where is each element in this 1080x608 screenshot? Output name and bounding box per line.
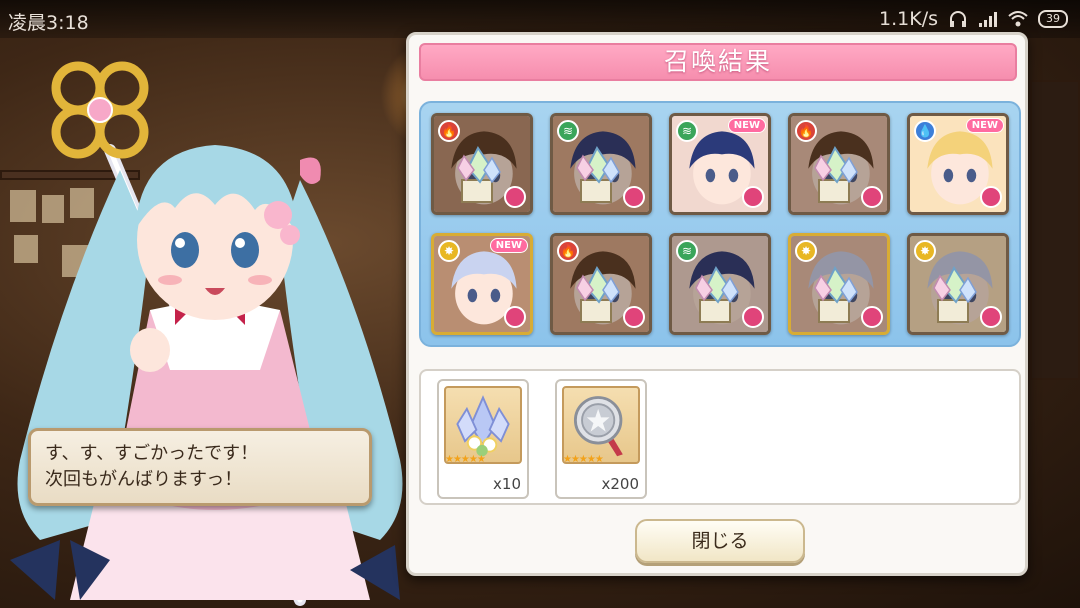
character-card[interactable]: 💧 NEW (907, 113, 1009, 215)
silver-medal-icon (562, 386, 640, 464)
battery-icon: 39 (1038, 10, 1068, 28)
item-quantity: x200 (601, 475, 639, 493)
role-icon (742, 186, 764, 208)
close-button[interactable]: 閉じる (635, 519, 805, 563)
item-card-silver-medal[interactable]: ★★★★★ x200 (555, 379, 647, 499)
fire-element-icon: 🔥 (438, 120, 460, 142)
fire-element-icon: 🔥 (557, 240, 579, 262)
wind-element-icon: ≋ (676, 240, 698, 262)
role-icon (861, 186, 883, 208)
light-element-icon: ✸ (438, 240, 460, 262)
character-card[interactable]: ✸ NEW (431, 233, 533, 335)
role-icon (504, 186, 526, 208)
clock: 凌晨3:18 (8, 12, 89, 34)
item-card-crystal-bouquet[interactable]: ★★★★★ x10 (437, 379, 529, 499)
speech-line-2: 次回もがんばりますっ！ (45, 469, 243, 490)
new-badge: NEW (727, 118, 766, 133)
rarity-stars: ★★★★★ (445, 454, 486, 465)
speech-line-1: す、す、すごかったです！ (45, 443, 259, 464)
character-results-grid: 🔥 ≋ ≋ NEW 🔥 💧 NEW ✸ NEW 🔥 ≋ ✸ ✸ (419, 101, 1021, 347)
role-icon (504, 306, 526, 328)
new-badge: NEW (489, 238, 528, 253)
light-element-icon: ✸ (914, 240, 936, 262)
character-card[interactable]: ≋ NEW (669, 113, 771, 215)
water-element-icon: 💧 (914, 120, 936, 142)
speech-bubble: す、す、すごかったです！ 次回もがんばりますっ！ (28, 428, 372, 506)
network-speed: 1.1K/s (879, 8, 938, 30)
item-results-box: ★★★★★ x10 ★★★★★ x200 (419, 369, 1021, 505)
new-badge: NEW (965, 118, 1004, 133)
character-card[interactable]: 🔥 (550, 233, 652, 335)
doorframe (1030, 80, 1080, 380)
rarity-stars: ★★★★★ (563, 454, 604, 465)
item-quantity: x10 (493, 475, 521, 493)
signal-icon (979, 12, 997, 27)
panel-title: 召喚結果 (419, 43, 1017, 81)
role-icon (742, 306, 764, 328)
wifi-icon (1008, 11, 1028, 27)
role-icon (980, 186, 1002, 208)
role-icon (623, 186, 645, 208)
character-card[interactable]: ≋ (669, 233, 771, 335)
role-icon (980, 306, 1002, 328)
summon-result-panel: 召喚結果 🔥 ≋ ≋ NEW 🔥 💧 NEW ✸ NEW 🔥 ≋ ✸ ✸ ★★★★★ x10 (406, 32, 1028, 576)
role-icon (861, 306, 883, 328)
headphones-icon (950, 11, 966, 27)
character-card[interactable]: 🔥 (431, 113, 533, 215)
light-element-icon: ✸ (795, 240, 817, 262)
character-card[interactable]: ✸ (788, 233, 890, 335)
character-card[interactable]: ✸ (907, 233, 1009, 335)
character-illustration (10, 61, 403, 606)
character-card[interactable]: 🔥 (788, 113, 890, 215)
wind-element-icon: ≋ (557, 120, 579, 142)
character-card[interactable]: ≋ (550, 113, 652, 215)
crystal-bouquet-icon (444, 386, 522, 464)
wind-element-icon: ≋ (676, 120, 698, 142)
role-icon (623, 306, 645, 328)
fire-element-icon: 🔥 (795, 120, 817, 142)
